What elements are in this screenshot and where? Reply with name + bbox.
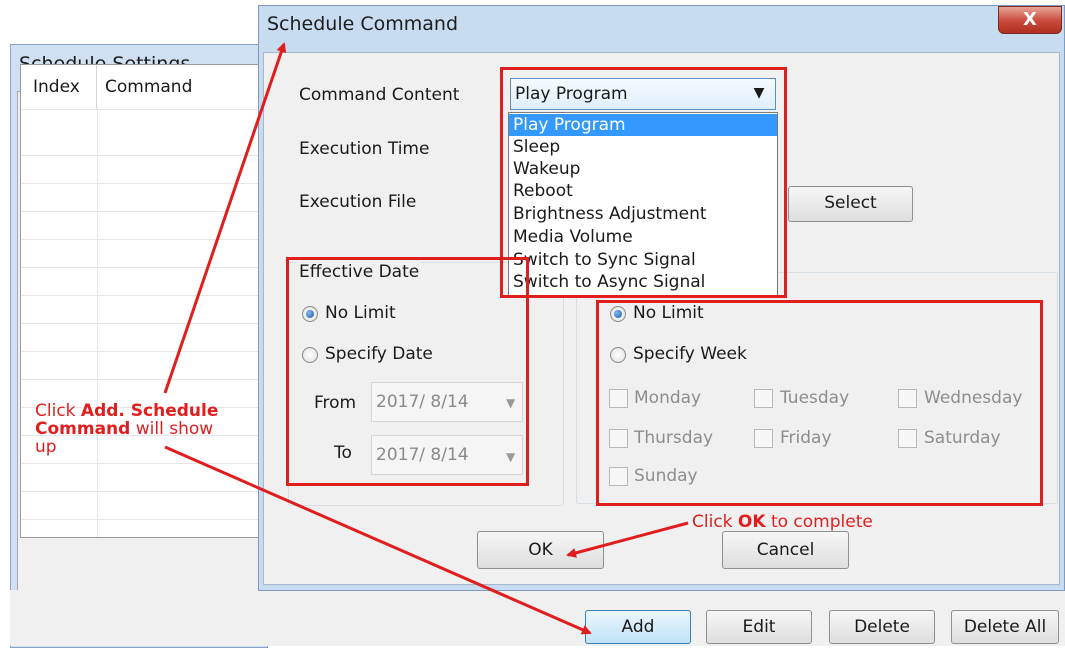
arrow-to-ok-button [566, 521, 689, 558]
arrow-to-add-button [164, 445, 592, 635]
arrow-to-dialog-title [163, 42, 287, 394]
annotation-arrows [163, 42, 689, 635]
